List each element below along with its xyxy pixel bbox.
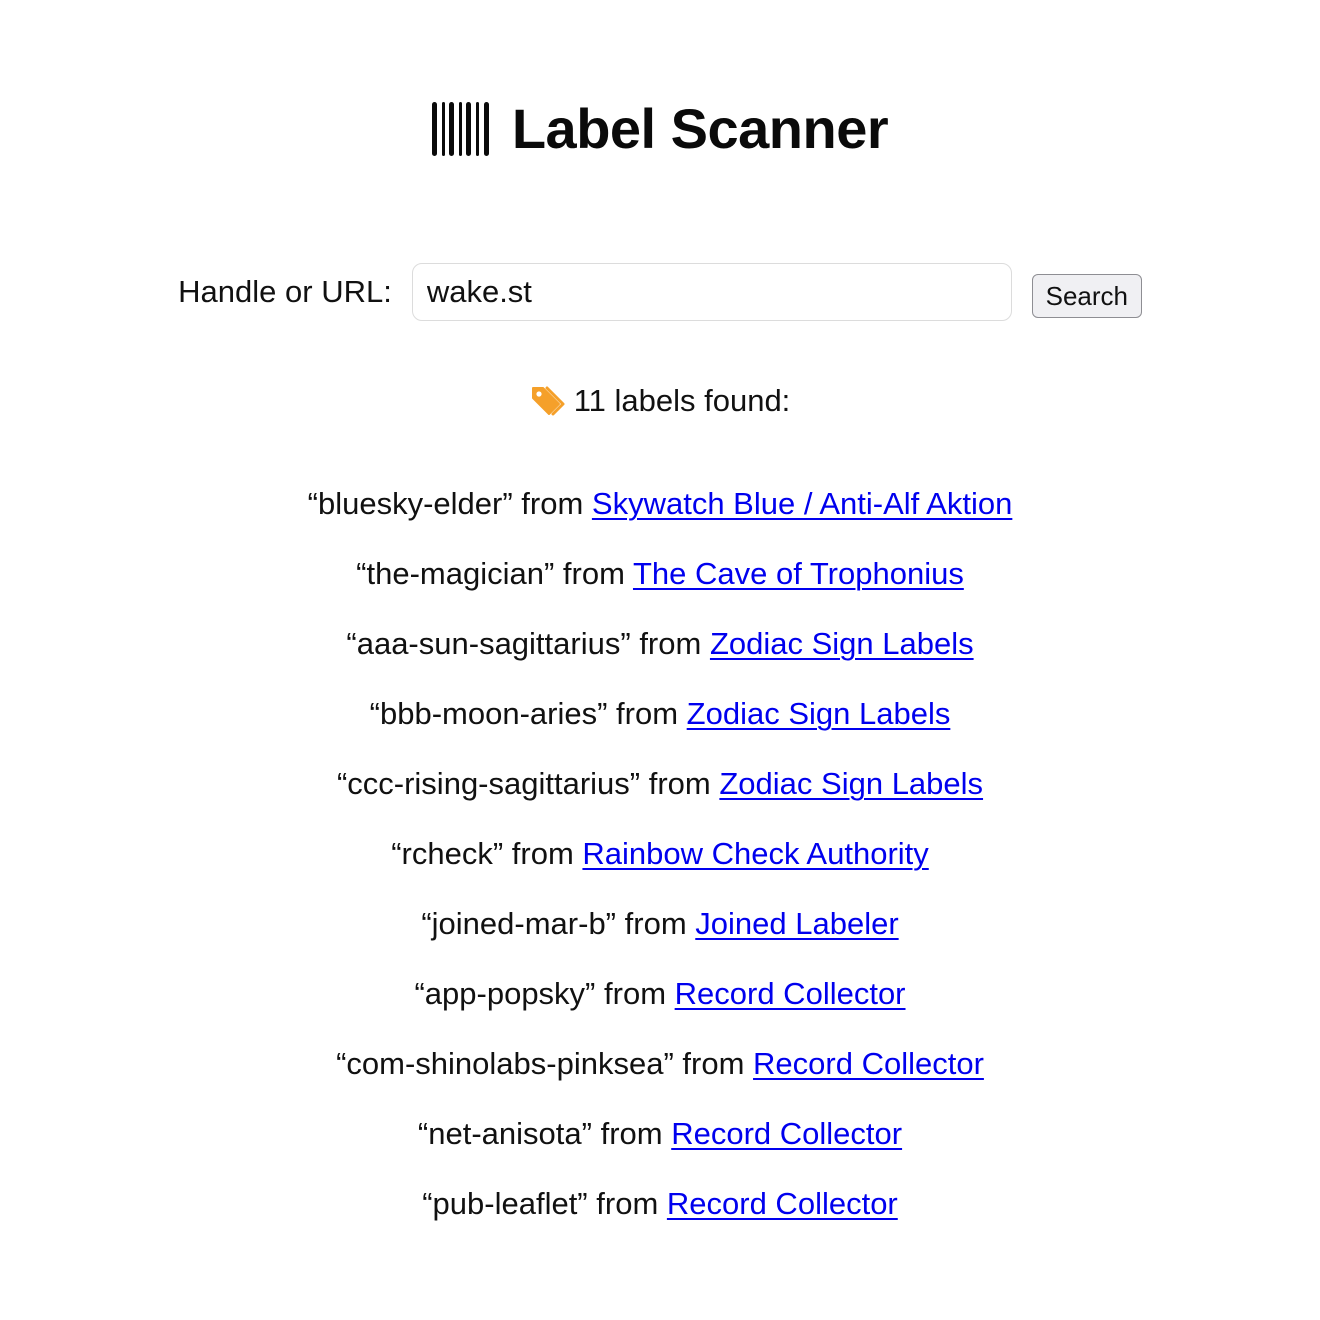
labeler-link[interactable]: Record Collector	[675, 976, 906, 1011]
list-item: “bluesky-elder” from Skywatch Blue / Ant…	[0, 478, 1320, 548]
label-value: “the-magician”	[356, 556, 555, 591]
barcode-icon	[431, 101, 492, 156]
label-value: “joined-mar-b”	[421, 906, 617, 941]
from-text: from	[616, 696, 679, 731]
from-text: from	[604, 976, 667, 1011]
label-value: “aaa-sun-sagittarius”	[346, 626, 631, 661]
search-label: Handle or URL:	[178, 274, 392, 309]
from-text: from	[639, 626, 702, 661]
search-button[interactable]: Search	[1031, 274, 1142, 318]
from-text: from	[511, 836, 574, 871]
labeler-link[interactable]: The Cave of Trophonius	[633, 556, 964, 591]
results-count-text: 11 labels found:	[573, 383, 791, 418]
list-item: “aaa-sun-sagittarius” from Zodiac Sign L…	[0, 618, 1320, 688]
from-text: from	[624, 906, 687, 941]
from-text: from	[562, 556, 625, 591]
results-summary: 11 labels found:	[0, 383, 1320, 419]
from-text: from	[600, 1116, 663, 1151]
list-item: “bbb-moon-aries” from Zodiac Sign Labels	[0, 688, 1320, 758]
from-text: from	[596, 1186, 659, 1221]
label-value: “bluesky-elder”	[307, 486, 513, 521]
labeler-link[interactable]: Zodiac Sign Labels	[710, 626, 974, 661]
labeler-link[interactable]: Zodiac Sign Labels	[719, 766, 983, 801]
label-value: “com-shinolabs-pinksea”	[336, 1046, 674, 1081]
page-title: Label Scanner	[511, 97, 889, 160]
label-value: “ccc-rising-sagittarius”	[336, 766, 641, 801]
labeler-link[interactable]: Record Collector	[671, 1116, 902, 1151]
labeler-link[interactable]: Joined Labeler	[695, 906, 898, 941]
page-header: Label Scanner	[0, 96, 1320, 161]
list-item: “ccc-rising-sagittarius” from Zodiac Sig…	[0, 758, 1320, 828]
labeler-link[interactable]: Skywatch Blue / Anti-Alf Aktion	[592, 486, 1012, 521]
tag-icon	[530, 383, 566, 419]
list-item: “com-shinolabs-pinksea” from Record Coll…	[0, 1038, 1320, 1108]
list-item: “app-popsky” from Record Collector	[0, 968, 1320, 1038]
list-item: “net-anisota” from Record Collector	[0, 1108, 1320, 1178]
list-item: “the-magician” from The Cave of Trophoni…	[0, 548, 1320, 618]
page: Label Scanner Handle or URL: Search 11 l…	[0, 0, 1320, 1320]
from-text: from	[682, 1046, 745, 1081]
list-item: “pub-leaflet” from Record Collector	[0, 1178, 1320, 1248]
from-text: from	[521, 486, 584, 521]
handle-input[interactable]	[411, 263, 1012, 321]
from-text: from	[648, 766, 711, 801]
list-item: “rcheck” from Rainbow Check Authority	[0, 828, 1320, 898]
label-value: “rcheck”	[391, 836, 504, 871]
labeler-link[interactable]: Rainbow Check Authority	[582, 836, 928, 871]
label-value: “pub-leaflet”	[422, 1186, 588, 1221]
search-form: Handle or URL: Search	[0, 263, 1320, 321]
label-value: “app-popsky”	[414, 976, 596, 1011]
labeler-link[interactable]: Record Collector	[753, 1046, 984, 1081]
label-value: “net-anisota”	[417, 1116, 592, 1151]
labeler-link[interactable]: Zodiac Sign Labels	[687, 696, 951, 731]
label-list: “bluesky-elder” from Skywatch Blue / Ant…	[0, 478, 1320, 1248]
list-item: “joined-mar-b” from Joined Labeler	[0, 898, 1320, 968]
label-value: “bbb-moon-aries”	[369, 696, 608, 731]
labeler-link[interactable]: Record Collector	[667, 1186, 898, 1221]
